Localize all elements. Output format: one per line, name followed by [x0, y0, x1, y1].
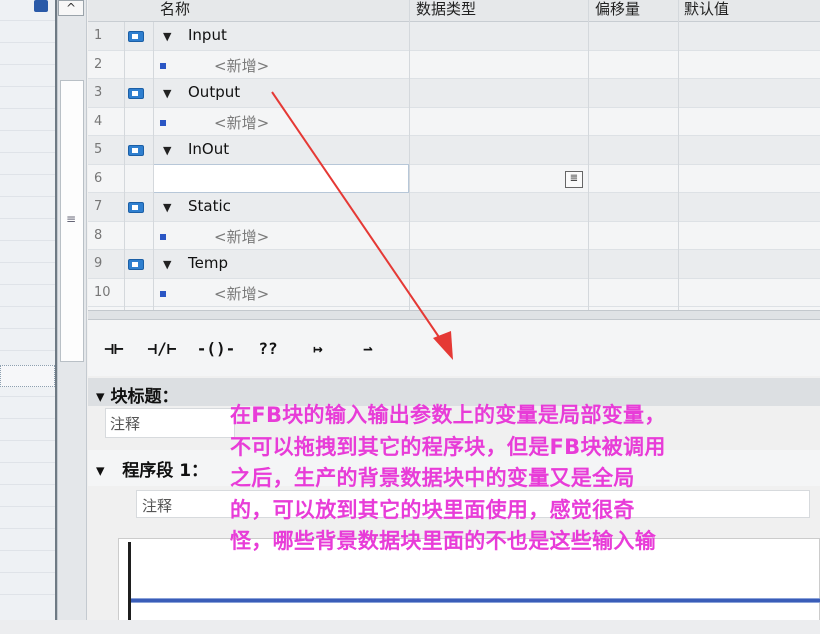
- header-name[interactable]: 名称: [160, 0, 190, 22]
- block-title-label: 块标题：: [110, 387, 179, 407]
- table-row[interactable]: 3 ▼ Output: [88, 79, 820, 108]
- row-number: 2: [94, 56, 103, 72]
- add-new-entry[interactable]: <新增>: [214, 55, 269, 76]
- collapse-arrow-icon[interactable]: ▼: [163, 258, 171, 271]
- collapse-arrow-icon[interactable]: ▼: [163, 201, 171, 214]
- datatype-picker-icon[interactable]: ≣: [565, 171, 583, 188]
- interface-section-icon: [128, 31, 144, 42]
- header-datatype[interactable]: 数据类型: [416, 0, 476, 22]
- col-divider: [124, 22, 125, 310]
- lock-icon[interactable]: [34, 0, 48, 12]
- variable-bullet-icon: [160, 290, 166, 297]
- table-header: 名称 数据类型 偏移量 默认值: [88, 0, 820, 22]
- table-row[interactable]: 1 ▼ Input: [88, 22, 820, 51]
- table-row[interactable]: 9 ▼ Temp: [88, 250, 820, 279]
- add-new-entry[interactable]: <新增>: [214, 226, 269, 247]
- annotation-line: 怪，哪些背景数据块里面的不也是这些输入输: [230, 529, 656, 553]
- row-number: 3: [94, 85, 103, 100]
- edit-cell[interactable]: [153, 164, 409, 193]
- annotation-line: 之后，生产的背景数据块中的变量又是全局: [230, 466, 635, 490]
- annotation-line: 在FB块的输入输出参数上的变量是局部变量，: [230, 403, 666, 427]
- left-pane: [0, 0, 57, 634]
- empty-box-icon[interactable]: ??: [246, 329, 290, 369]
- collapse-arrow-icon[interactable]: ▼: [163, 87, 171, 100]
- segment-comment: 注释: [142, 497, 173, 515]
- annotation-line: 的，可以放到其它的块里面使用，感觉很奇: [230, 497, 635, 522]
- block-comment: 注释: [110, 415, 141, 433]
- col-divider: [153, 22, 154, 310]
- nc-contact-icon[interactable]: ⊣/⊢: [140, 329, 184, 369]
- add-new-entry[interactable]: <新增>: [214, 112, 269, 133]
- variable-bullet-icon: [160, 62, 166, 69]
- coil-icon[interactable]: -()-: [194, 329, 238, 369]
- row-number: 7: [94, 199, 103, 214]
- interface-section-icon: [128, 202, 144, 213]
- table-row[interactable]: 5 ▼ InOut: [88, 136, 820, 165]
- interface-section-icon: [128, 88, 144, 99]
- section-name[interactable]: Static: [188, 197, 231, 215]
- no-contact-icon[interactable]: ⊣⊢: [92, 329, 136, 369]
- scroll-up-button[interactable]: ^: [58, 0, 84, 16]
- annotation-text: 在FB块的输入输出参数上的变量是局部变量， 不可以拖拽到其它的程序块，但是FB块…: [230, 400, 810, 558]
- row-number: 4: [94, 113, 103, 129]
- block-title[interactable]: ▾ 块标题：: [96, 382, 178, 407]
- segment-title-label: 程序段 1：: [122, 461, 209, 481]
- segment-title[interactable]: ▾ 程序段 1：: [96, 456, 208, 481]
- close-branch-icon[interactable]: ⇀: [346, 329, 390, 369]
- collapse-arrow-icon[interactable]: ▼: [163, 30, 171, 43]
- table-row[interactable]: 4 <新增>: [88, 107, 820, 136]
- row-number: 8: [94, 227, 103, 243]
- table-row[interactable]: 7 ▼ Static: [88, 193, 820, 222]
- table-row[interactable]: 10 <新增>: [88, 278, 820, 307]
- row-number: 10: [94, 284, 111, 300]
- add-new-entry[interactable]: <新增>: [214, 283, 269, 304]
- selected-tree-item[interactable]: [0, 365, 55, 387]
- interface-section-icon: [128, 145, 144, 156]
- section-name[interactable]: Input: [188, 26, 227, 44]
- interface-section-icon: [128, 259, 144, 270]
- splitter[interactable]: [88, 310, 820, 320]
- row-number: 9: [94, 256, 103, 271]
- col-divider: [409, 0, 410, 310]
- table-row[interactable]: 2 <新增>: [88, 50, 820, 79]
- table-row[interactable]: 8 <新增>: [88, 221, 820, 250]
- open-branch-icon[interactable]: ↦: [296, 329, 340, 369]
- annotation-line: 不可以拖拽到其它的程序块，但是FB块被调用: [230, 434, 666, 459]
- power-rail: [128, 542, 131, 620]
- row-number: 1: [94, 28, 103, 43]
- header-offset[interactable]: 偏移量: [595, 0, 640, 22]
- section-name[interactable]: Temp: [188, 254, 228, 272]
- col-divider: [588, 0, 589, 310]
- variable-bullet-icon: [160, 233, 166, 240]
- variable-bullet-icon: [160, 119, 166, 126]
- ladder-wire[interactable]: [131, 598, 820, 603]
- header-default[interactable]: 默认值: [684, 0, 729, 22]
- section-name[interactable]: InOut: [188, 140, 229, 158]
- row-number: 5: [94, 142, 103, 157]
- row-number: 6: [94, 170, 103, 186]
- col-divider: [678, 0, 679, 310]
- collapse-arrow-icon[interactable]: ▼: [163, 144, 171, 157]
- bottom-bar: [0, 620, 820, 634]
- section-name[interactable]: Output: [188, 83, 240, 101]
- grip-icon: ≡: [65, 212, 77, 226]
